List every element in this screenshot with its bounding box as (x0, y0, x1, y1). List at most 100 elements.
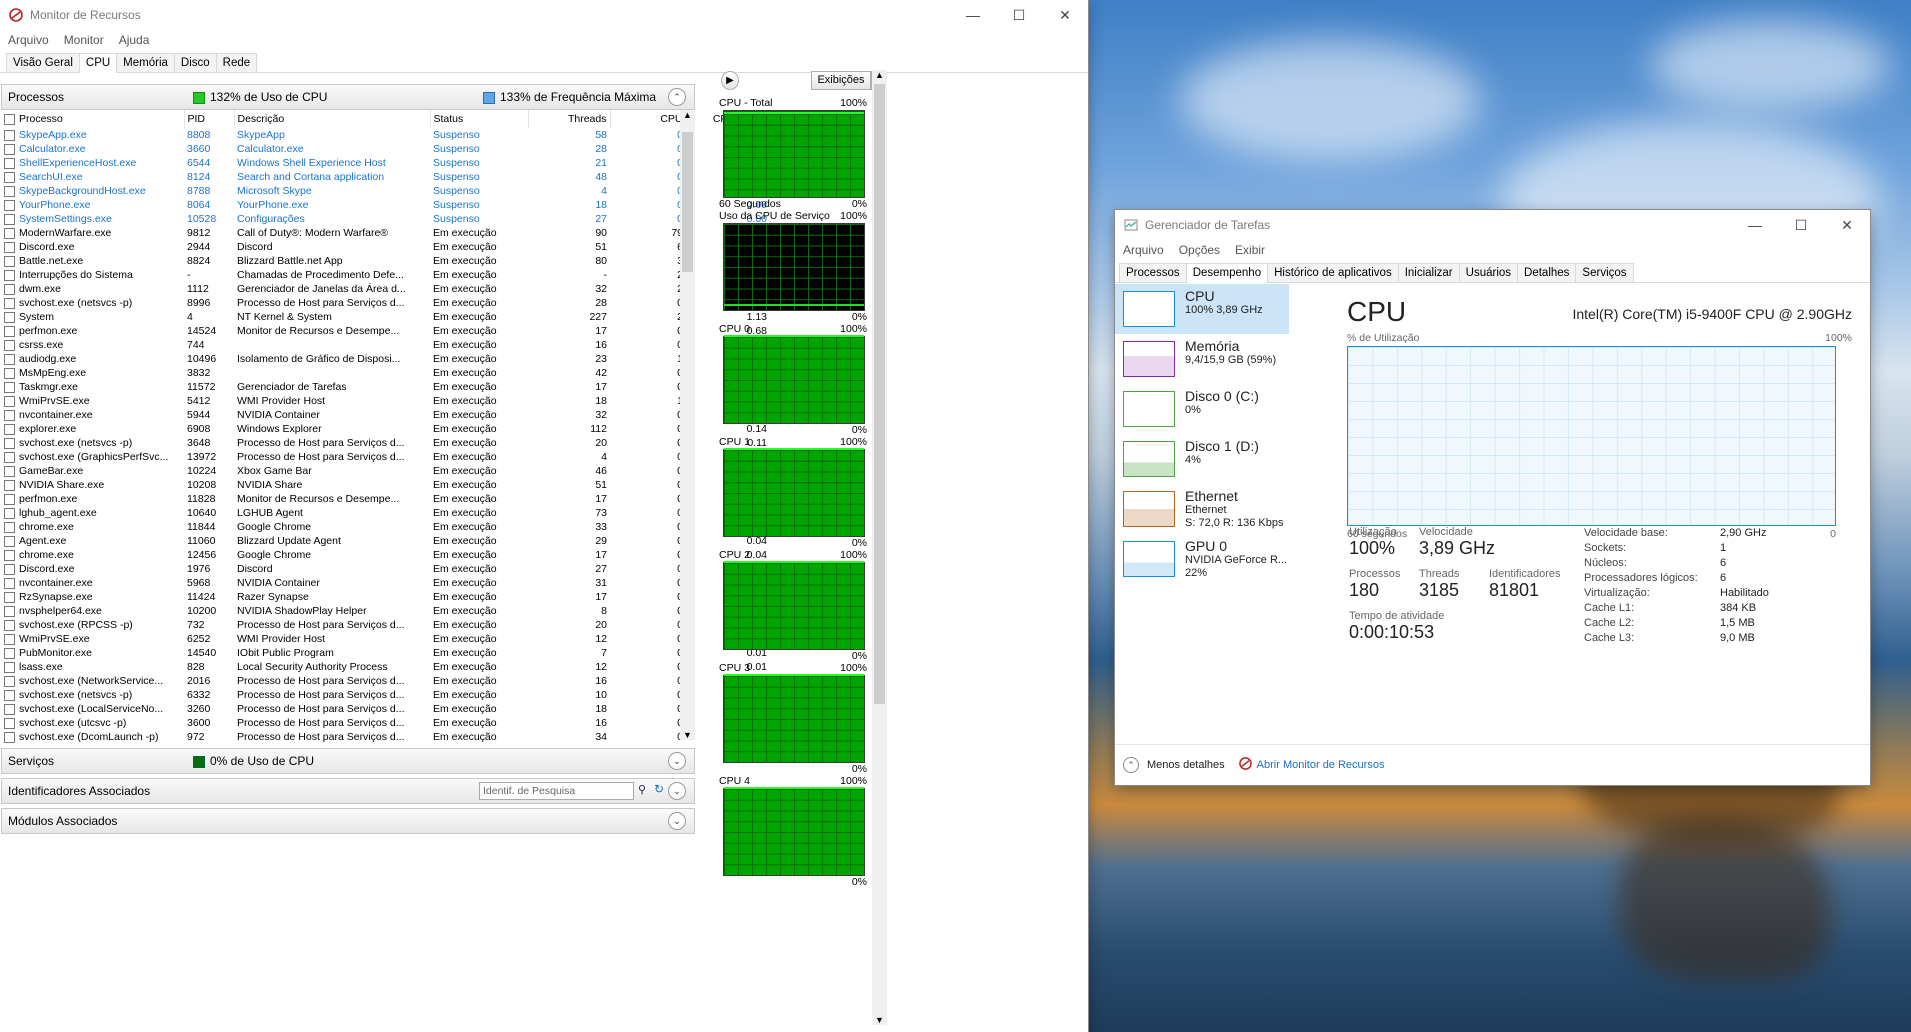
graphs-scrollbar[interactable]: ▲ ▼ (872, 70, 887, 1025)
col-threads[interactable]: Threads (528, 110, 611, 128)
open-resource-monitor-link[interactable]: Abrir Monitor de Recursos (1257, 759, 1385, 771)
table-row[interactable]: dwm.exe 1112 Gerenciador de Janelas da Áre… (1, 282, 770, 296)
row-checkbox[interactable] (4, 577, 15, 589)
menu-arquivo[interactable]: Arquivo (1115, 243, 1171, 257)
table-row[interactable]: Agent.exe 11060 Blizzard Update Agent Em ex… (1, 534, 770, 548)
less-details-link[interactable]: Menos detalhes (1147, 759, 1225, 771)
sidebar-item-memoria[interactable]: Memória 9,4/15,9 GB (59%) (1115, 334, 1289, 384)
menu-exibir[interactable]: Exibir (1227, 243, 1272, 257)
table-row[interactable]: perfmon.exe 11828 Monitor de Recursos e De… (1, 492, 770, 506)
col-status[interactable]: Status (430, 110, 529, 128)
table-row[interactable]: nvcontainer.exe 5944 NVIDIA Container Em ex… (1, 408, 770, 422)
scroll-down-icon[interactable]: ▼ (872, 1015, 887, 1025)
table-row[interactable]: Discord.exe2944DiscordEm execução5164.51 (1, 240, 770, 254)
row-checkbox[interactable] (4, 647, 15, 659)
row-checkbox[interactable] (4, 269, 15, 281)
row-checkbox[interactable] (4, 591, 15, 603)
row-checkbox[interactable] (4, 549, 15, 561)
sidebar-item-gpu0[interactable]: GPU 0 NVIDIA GeForce R... 22% (1115, 534, 1289, 584)
select-all-checkbox[interactable] (4, 113, 15, 125)
table-row[interactable]: ModernWarfare.exe 9812 Call of Duty®: Mode… (1, 226, 770, 240)
tab-detalhes[interactable]: Detalhes (1517, 263, 1577, 282)
table-row[interactable]: perfmon.exe 14524 Monitor de Recursos e De… (1, 324, 770, 338)
row-checkbox[interactable] (4, 325, 15, 337)
tm-titlebar[interactable]: Gerenciador de Tarefas — ☐ ✕ (1115, 210, 1870, 240)
handles-section-header[interactable]: Identificadores Associados Identif. de P… (1, 778, 695, 804)
row-checkbox[interactable] (4, 507, 15, 519)
col-cpu[interactable]: CPU (610, 110, 687, 128)
row-checkbox[interactable] (4, 381, 15, 393)
table-row[interactable]: MsMpEng.exe3832Em execução4200.40 (1, 366, 770, 380)
tab-memoria[interactable]: Memória (116, 53, 175, 72)
table-row[interactable]: SkypeBackgroundHost.exe 8788 Microsoft Sky… (1, 184, 770, 198)
row-checkbox[interactable] (4, 241, 15, 253)
tab-visao-geral[interactable]: Visão Geral (6, 53, 80, 72)
table-row[interactable]: ShellExperienceHost.exe 6544 Windows Shell… (1, 156, 770, 170)
row-checkbox[interactable] (4, 689, 15, 701)
collapse-up-icon[interactable]: ⌃ (668, 88, 686, 106)
menu-opcoes[interactable]: Opções (1171, 243, 1227, 257)
table-row[interactable]: svchost.exe (netsvcs -p) 6332 Processo de … (1, 688, 770, 702)
sidebar-item-ethernet[interactable]: Ethernet Ethernet S: 72,0 R: 136 Kbps (1115, 484, 1289, 534)
scroll-up-icon[interactable]: ▲ (680, 110, 695, 122)
row-checkbox[interactable] (4, 339, 15, 351)
row-checkbox[interactable] (4, 311, 15, 323)
maximize-icon[interactable]: ☐ (996, 0, 1042, 30)
table-row[interactable]: svchost.exe (DcomLaunch -p) 972 Processo d… (1, 730, 770, 744)
row-checkbox[interactable] (4, 703, 15, 715)
rm-titlebar[interactable]: Monitor de Recursos — ☐ ✕ (0, 0, 1088, 30)
table-row[interactable]: svchost.exe (NetworkService... 2016 Proces… (1, 674, 770, 688)
close-icon[interactable]: ✕ (1042, 0, 1088, 30)
row-checkbox[interactable] (4, 605, 15, 617)
expand-down-icon[interactable]: ⌄ (668, 812, 686, 830)
search-icon[interactable]: ⚲ (638, 783, 646, 796)
close-icon[interactable]: ✕ (1824, 210, 1870, 240)
expand-down-icon[interactable]: ⌄ (668, 782, 686, 800)
row-checkbox[interactable] (4, 367, 15, 379)
row-checkbox[interactable] (4, 619, 15, 631)
table-row[interactable]: explorer.exe 6908 Windows Explorer Em execu… (1, 422, 770, 436)
row-checkbox[interactable] (4, 479, 15, 491)
table-row[interactable]: chrome.exe 11844 Google Chrome Em execução 3… (1, 520, 770, 534)
row-checkbox[interactable] (4, 661, 15, 673)
table-row[interactable]: Taskmgr.exe 11572 Gerenciador de Tarefas Em… (1, 380, 770, 394)
tab-historico[interactable]: Histórico de aplicativos (1267, 263, 1399, 282)
row-checkbox[interactable] (4, 493, 15, 505)
table-row[interactable]: SystemSettings.exe 10528 Configurações Susp… (1, 212, 770, 226)
table-row[interactable]: NVIDIA Share.exe 10208 NVIDIA Share Em exec… (1, 478, 770, 492)
table-row[interactable]: chrome.exe 12456 Google Chrome Em execução 1… (1, 548, 770, 562)
table-row[interactable]: GameBar.exe 10224 Xbox Game Bar Em execução… (1, 464, 770, 478)
row-checkbox[interactable] (4, 143, 15, 155)
tab-usuarios[interactable]: Usuários (1458, 263, 1519, 282)
minimize-icon[interactable]: — (1732, 210, 1778, 240)
handles-search-input[interactable]: Identif. de Pesquisa (479, 782, 634, 800)
table-row[interactable]: Battle.net.exe 8824 Blizzard Battle.net Ap… (1, 254, 770, 268)
refresh-icon[interactable]: ↻ (654, 782, 664, 796)
chevron-up-icon[interactable]: ⌃ (1123, 757, 1139, 773)
row-checkbox[interactable] (4, 297, 15, 309)
services-section-header[interactable]: Serviços 0% de Uso de CPU ⌄ (1, 748, 695, 774)
row-checkbox[interactable] (4, 255, 15, 267)
tab-processos[interactable]: Processos (1119, 263, 1187, 282)
table-row[interactable]: Discord.exe1976DiscordEm execução2700.04 (1, 562, 770, 576)
table-row[interactable]: SkypeApp.exe8808SkypeAppSuspenso5800.00 (1, 128, 770, 142)
row-checkbox[interactable] (4, 563, 15, 575)
table-row[interactable]: PubMonitor.exe 14540 IObit Public Program E… (1, 646, 770, 660)
row-checkbox[interactable] (4, 395, 15, 407)
tab-rede[interactable]: Rede (215, 53, 258, 72)
table-row[interactable]: Calculator.exe 3660 Calculator.exe Suspenso… (1, 142, 770, 156)
table-row[interactable]: YourPhone.exe 8064 YourPhone.exe Suspenso 18… (1, 198, 770, 212)
table-row[interactable]: WmiPrvSE.exe 5412 WMI Provider Host Em exec… (1, 394, 770, 408)
table-row[interactable]: svchost.exe (GraphicsPerfSvc... 13972 Proc… (1, 450, 770, 464)
maximize-icon[interactable]: ☐ (1778, 210, 1824, 240)
processes-scrollbar[interactable]: ▲ ▼ (680, 110, 695, 740)
row-checkbox[interactable] (4, 451, 15, 463)
row-checkbox[interactable] (4, 227, 15, 239)
scrollbar-thumb[interactable] (682, 132, 693, 272)
table-row[interactable]: svchost.exe (utcsvc -p) 3600 Processo de H… (1, 716, 770, 730)
row-checkbox[interactable] (4, 521, 15, 533)
table-row[interactable]: SearchUI.exe 8124 Search and Cortana appli… (1, 170, 770, 184)
minimize-icon[interactable]: — (950, 0, 996, 30)
table-row[interactable]: System4 NT Kernel & System Em execução 2272… (1, 310, 770, 324)
menu-arquivo[interactable]: Arquivo (0, 33, 56, 47)
